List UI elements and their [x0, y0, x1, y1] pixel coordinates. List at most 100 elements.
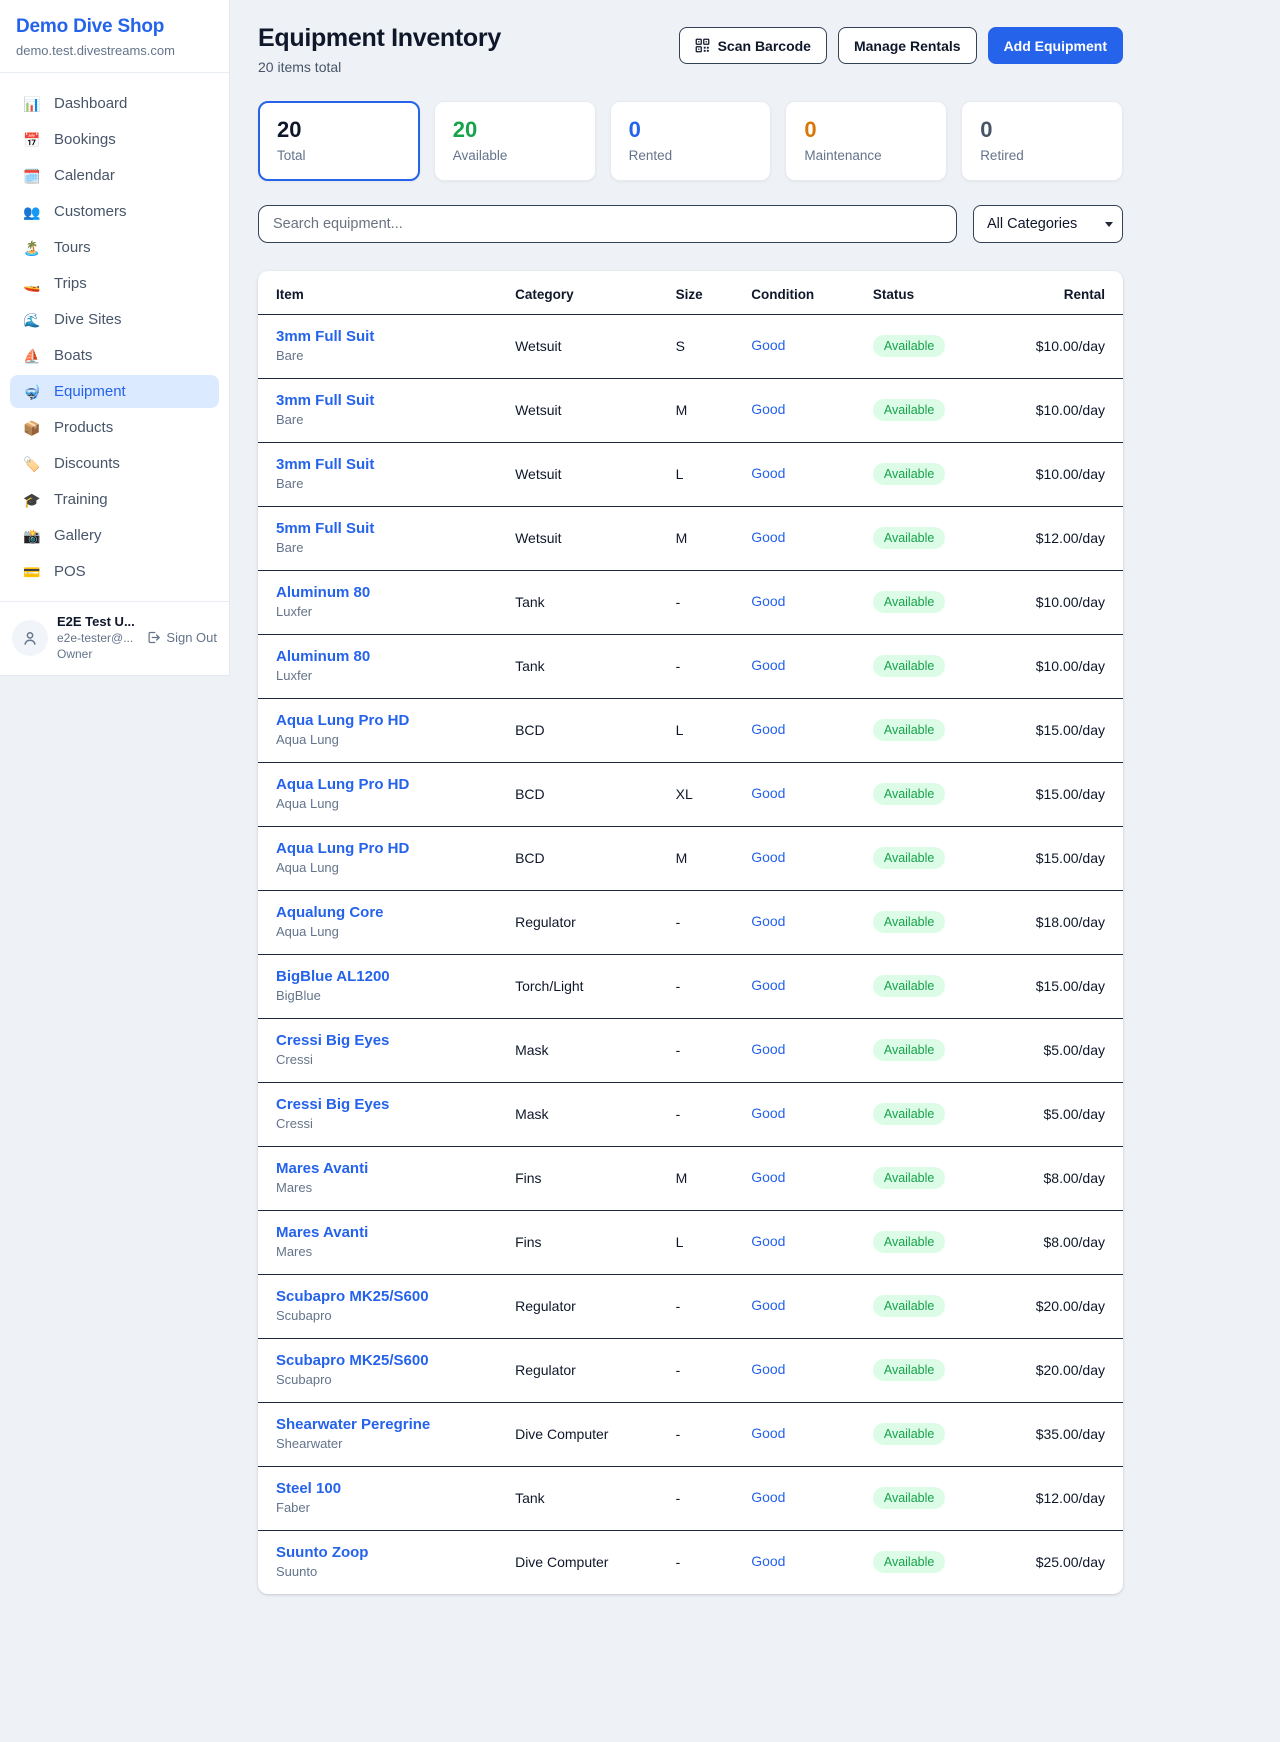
item-name-link[interactable]: Aluminum 80: [276, 584, 483, 601]
item-name-link[interactable]: Cressi Big Eyes: [276, 1032, 483, 1049]
item-name-link[interactable]: 3mm Full Suit: [276, 392, 483, 409]
item-name-link[interactable]: Steel 100: [276, 1480, 483, 1497]
sidebar-item-label: Equipment: [54, 383, 126, 400]
sidebar-nav: 📊 Dashboard 📅 Bookings 🗓️ Calendar 👥 Cus…: [0, 73, 229, 601]
table-row: 3mm Full Suit Bare Wetsuit L Good Availa…: [258, 443, 1123, 507]
item-condition-link[interactable]: Good: [751, 1553, 785, 1569]
item-rental-price: $25.00/day: [991, 1531, 1123, 1595]
item-condition-link[interactable]: Good: [751, 337, 785, 353]
avatar: [12, 620, 48, 656]
item-condition-link[interactable]: Good: [751, 593, 785, 609]
item-condition-link[interactable]: Good: [751, 1297, 785, 1313]
table-row: Suunto Zoop Suunto Dive Computer - Good …: [258, 1531, 1123, 1595]
item-condition-link[interactable]: Good: [751, 1489, 785, 1505]
item-condition-link[interactable]: Good: [751, 529, 785, 545]
item-name-link[interactable]: 3mm Full Suit: [276, 456, 483, 473]
item-name-link[interactable]: Scubapro MK25/S600: [276, 1288, 483, 1305]
sidebar-item-calendar[interactable]: 🗓️ Calendar: [10, 159, 219, 192]
sidebar-item-label: Training: [54, 491, 108, 508]
item-condition-link[interactable]: Good: [751, 849, 785, 865]
item-name-link[interactable]: Mares Avanti: [276, 1224, 483, 1241]
sidebar-item-customers[interactable]: 👥 Customers: [10, 195, 219, 228]
item-size: -: [660, 635, 736, 699]
item-category: Wetsuit: [499, 315, 660, 379]
item-condition-link[interactable]: Good: [751, 1233, 785, 1249]
item-category: Regulator: [499, 1275, 660, 1339]
item-rental-price: $20.00/day: [991, 1339, 1123, 1403]
item-condition-link[interactable]: Good: [751, 977, 785, 993]
user-email: e2e-tester@...: [57, 631, 137, 645]
item-condition-link[interactable]: Good: [751, 657, 785, 673]
item-size: -: [660, 571, 736, 635]
stat-card-total[interactable]: 20 Total: [258, 101, 420, 181]
item-name-link[interactable]: Shearwater Peregrine: [276, 1416, 483, 1433]
item-category: Dive Computer: [499, 1403, 660, 1467]
brand-block[interactable]: Demo Dive Shop demo.test.divestreams.com: [0, 0, 229, 73]
item-brand: BigBlue: [276, 988, 483, 1003]
sign-out-button[interactable]: Sign Out: [146, 630, 217, 645]
item-name-link[interactable]: Cressi Big Eyes: [276, 1096, 483, 1113]
sidebar-item-dashboard[interactable]: 📊 Dashboard: [10, 87, 219, 120]
item-condition-link[interactable]: Good: [751, 721, 785, 737]
status-badge: Available: [873, 1039, 946, 1061]
add-equipment-button[interactable]: Add Equipment: [988, 27, 1123, 64]
item-brand: Cressi: [276, 1052, 483, 1067]
main-content: Equipment Inventory 20 items total: [230, 0, 1280, 1594]
sidebar-item-gallery[interactable]: 📸 Gallery: [10, 519, 219, 552]
search-input[interactable]: [258, 205, 957, 243]
sidebar-item-equipment[interactable]: 🤿 Equipment: [10, 375, 219, 408]
stat-card-available[interactable]: 20 Available: [434, 101, 596, 181]
stat-card-rented[interactable]: 0 Rented: [610, 101, 772, 181]
sidebar-item-boats[interactable]: ⛵ Boats: [10, 339, 219, 372]
brand-name[interactable]: Demo Dive Shop: [16, 16, 213, 38]
add-equipment-label: Add Equipment: [1004, 38, 1107, 54]
dashboard-icon: 📊: [22, 97, 42, 111]
item-name-link[interactable]: Aqua Lung Pro HD: [276, 712, 483, 729]
item-name-link[interactable]: Aqua Lung Pro HD: [276, 840, 483, 857]
item-brand: Mares: [276, 1244, 483, 1259]
item-name-link[interactable]: 3mm Full Suit: [276, 328, 483, 345]
item-size: -: [660, 1083, 736, 1147]
item-rental-price: $15.00/day: [991, 955, 1123, 1019]
sidebar-item-products[interactable]: 📦 Products: [10, 411, 219, 444]
item-condition-link[interactable]: Good: [751, 401, 785, 417]
item-condition-link[interactable]: Good: [751, 465, 785, 481]
item-condition-link[interactable]: Good: [751, 1361, 785, 1377]
scan-barcode-button[interactable]: Scan Barcode: [679, 27, 827, 64]
item-name-link[interactable]: Aluminum 80: [276, 648, 483, 665]
column-header-status: Status: [857, 271, 991, 315]
column-header-condition: Condition: [735, 271, 857, 315]
item-name-link[interactable]: Aqua Lung Pro HD: [276, 776, 483, 793]
item-rental-price: $10.00/day: [991, 443, 1123, 507]
item-name-link[interactable]: Scubapro MK25/S600: [276, 1352, 483, 1369]
item-size: M: [660, 507, 736, 571]
item-condition-link[interactable]: Good: [751, 1041, 785, 1057]
item-name-link[interactable]: Aqualung Core: [276, 904, 483, 921]
item-condition-link[interactable]: Good: [751, 1169, 785, 1185]
item-condition-link[interactable]: Good: [751, 1425, 785, 1441]
category-select[interactable]: All Categories: [973, 205, 1123, 243]
page-header: Equipment Inventory 20 items total: [258, 24, 1123, 75]
item-name-link[interactable]: BigBlue AL1200: [276, 968, 483, 985]
sidebar-item-bookings[interactable]: 📅 Bookings: [10, 123, 219, 156]
sidebar-item-discounts[interactable]: 🏷️ Discounts: [10, 447, 219, 480]
item-name-link[interactable]: Suunto Zoop: [276, 1544, 483, 1561]
item-name-link[interactable]: Mares Avanti: [276, 1160, 483, 1177]
table-row: Cressi Big Eyes Cressi Mask - Good Avail…: [258, 1019, 1123, 1083]
stat-card-retired[interactable]: 0 Retired: [961, 101, 1123, 181]
item-size: -: [660, 1339, 736, 1403]
item-condition-link[interactable]: Good: [751, 913, 785, 929]
stat-card-maintenance[interactable]: 0 Maintenance: [785, 101, 947, 181]
item-condition-link[interactable]: Good: [751, 1105, 785, 1121]
sidebar-item-tours[interactable]: 🏝️ Tours: [10, 231, 219, 264]
item-condition-link[interactable]: Good: [751, 785, 785, 801]
manage-rentals-button[interactable]: Manage Rentals: [838, 27, 977, 64]
item-brand: Scubapro: [276, 1308, 483, 1323]
item-category: Torch/Light: [499, 955, 660, 1019]
item-size: M: [660, 379, 736, 443]
sidebar-item-pos[interactable]: 💳 POS: [10, 555, 219, 588]
item-name-link[interactable]: 5mm Full Suit: [276, 520, 483, 537]
sidebar-item-training[interactable]: 🎓 Training: [10, 483, 219, 516]
sidebar-item-dive-sites[interactable]: 🌊 Dive Sites: [10, 303, 219, 336]
sidebar-item-trips[interactable]: 🚤 Trips: [10, 267, 219, 300]
